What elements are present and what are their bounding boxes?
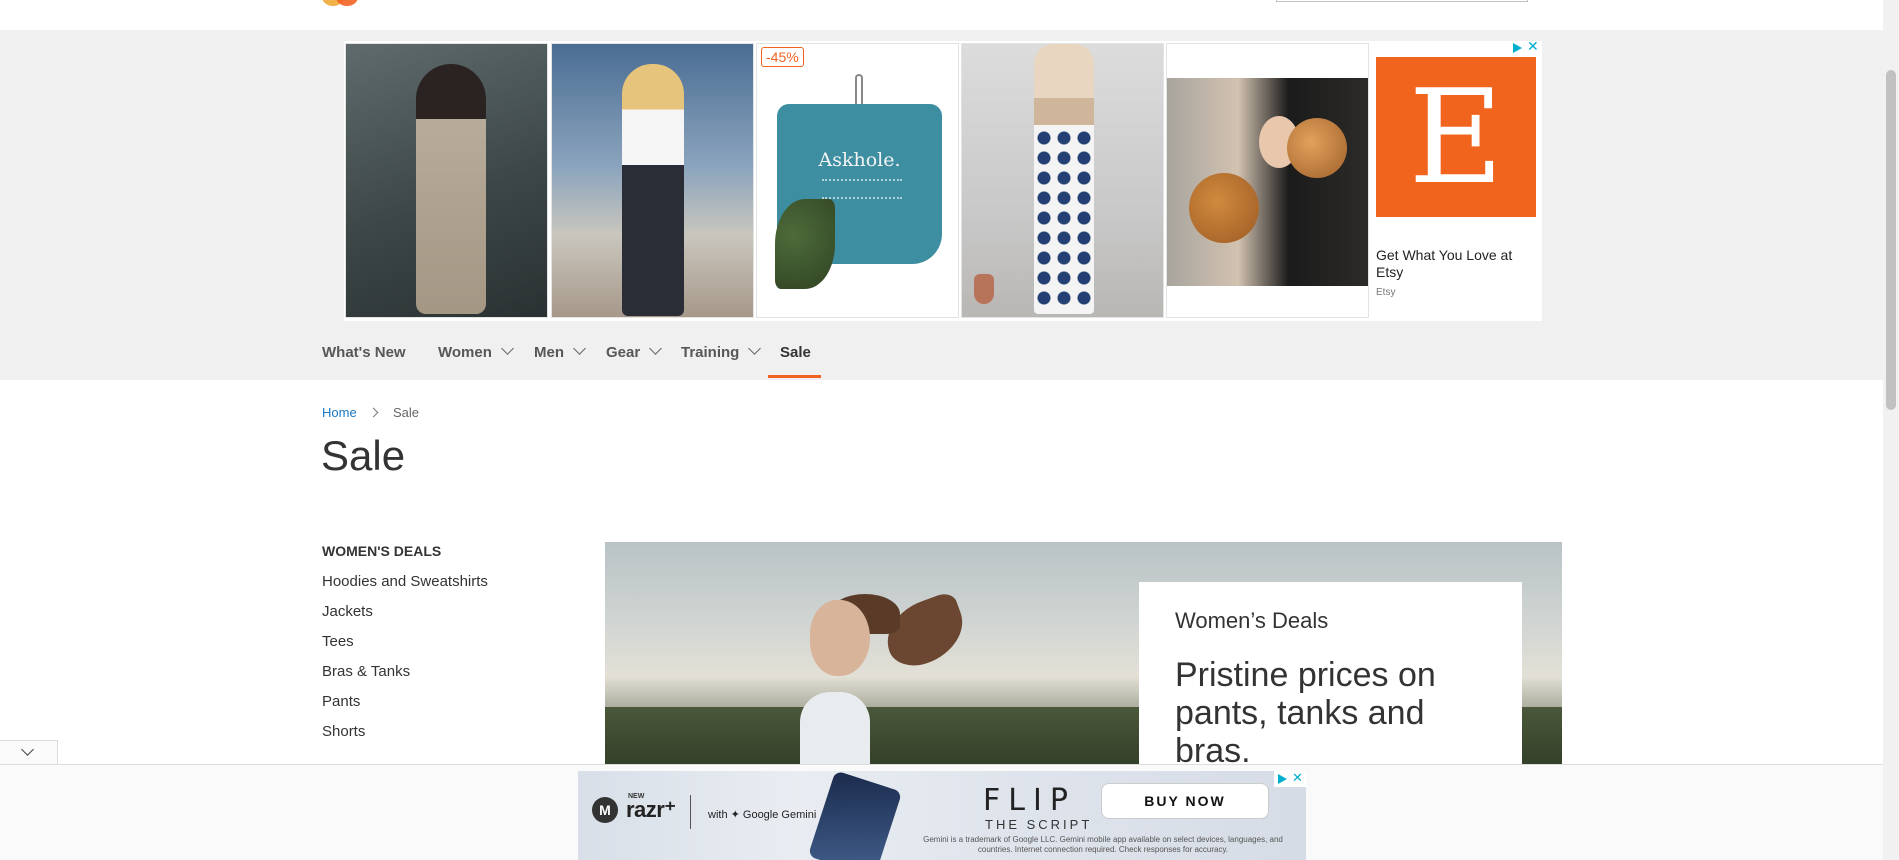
ad-tile-pants[interactable] bbox=[961, 43, 1164, 318]
nav-item-sale[interactable]: Sale bbox=[780, 338, 811, 380]
hero-model bbox=[810, 600, 870, 676]
nav-item-gear[interactable]: Gear bbox=[606, 338, 663, 380]
page-scrollbar[interactable] bbox=[1883, 0, 1899, 860]
nav-label: What's New bbox=[322, 344, 406, 361]
buy-now-button[interactable]: BUY NOW bbox=[1101, 783, 1269, 819]
model-figure bbox=[416, 64, 486, 314]
sidebar: WOMEN'S DEALS Hoodies and Sweatshirts Ja… bbox=[322, 540, 488, 751]
vase-decoration bbox=[974, 274, 994, 304]
ad-tile-tshirt[interactable]: Askhole. -45% bbox=[756, 43, 959, 318]
adchoices-icon[interactable]: ✕ bbox=[1509, 38, 1541, 55]
hero-info-card: Women’s Deals Pristine prices on pants, … bbox=[1139, 582, 1522, 766]
hero-model-body bbox=[800, 692, 870, 766]
etsy-headline[interactable]: Get What You Love at Etsy bbox=[1376, 247, 1541, 281]
promo-hero[interactable]: Women’s Deals Pristine prices on pants, … bbox=[605, 542, 1562, 766]
chevron-down-icon bbox=[573, 342, 586, 355]
ad-tile-cats[interactable] bbox=[1166, 43, 1369, 318]
breadcrumb-current: Sale bbox=[393, 405, 420, 420]
sidebar-link-hoodies[interactable]: Hoodies and Sweatshirts bbox=[322, 571, 488, 601]
hanger-icon bbox=[855, 74, 863, 104]
sidebar-link-tees[interactable]: Tees bbox=[322, 631, 488, 661]
phone-image bbox=[807, 771, 903, 860]
discount-badge: -45% bbox=[761, 47, 804, 67]
nav-item-women[interactable]: Women bbox=[438, 338, 514, 380]
etsy-brand: Etsy bbox=[1376, 287, 1396, 298]
sidebar-link-shorts[interactable]: Shorts bbox=[322, 721, 488, 751]
hero-kicker: Women’s Deals bbox=[1175, 608, 1329, 633]
close-icon[interactable]: ✕ bbox=[1292, 771, 1303, 786]
sidebar-link-jackets[interactable]: Jackets bbox=[322, 601, 488, 631]
sidebar-link-bras-tanks[interactable]: Bras & Tanks bbox=[322, 661, 488, 691]
breadcrumb: Home Sale bbox=[322, 405, 419, 420]
ad-gemini-label: with ✦ Google Gemini bbox=[708, 809, 817, 821]
nav-label: Sale bbox=[780, 344, 811, 361]
logo-circle-right bbox=[336, 0, 358, 6]
breadcrumb-home-link[interactable]: Home bbox=[322, 405, 357, 420]
nav-label: Gear bbox=[606, 344, 641, 361]
motorola-logo-icon: M bbox=[592, 797, 618, 823]
ad-flip-text: FLIP bbox=[983, 783, 1076, 818]
chevron-right-icon bbox=[368, 407, 379, 418]
divider bbox=[690, 795, 691, 829]
ad-brand: razr⁺ bbox=[626, 797, 676, 822]
ad-fine-print: Gemini is a trademark of Google LLC. Gem… bbox=[923, 835, 1283, 854]
sidebar-heading: WOMEN'S DEALS bbox=[322, 543, 442, 559]
ad-banner[interactable]: Askhole. -45% E Get What You Love at Ets… bbox=[344, 38, 1542, 321]
model-figure bbox=[622, 64, 684, 316]
cat-photo bbox=[1167, 78, 1368, 286]
nav-item-men[interactable]: Men bbox=[534, 338, 586, 380]
nav-item-whats-new[interactable]: What's New bbox=[322, 338, 406, 380]
luma-logo[interactable] bbox=[322, 0, 364, 6]
ad-script-text: THE SCRIPT bbox=[985, 817, 1093, 832]
header bbox=[0, 0, 1883, 30]
page-title: Sale bbox=[321, 432, 406, 479]
chevron-down-icon bbox=[21, 743, 34, 756]
nav-item-training[interactable]: Training bbox=[681, 338, 762, 380]
chevron-down-icon bbox=[748, 342, 762, 355]
cat-image bbox=[1189, 173, 1259, 243]
close-icon[interactable]: ✕ bbox=[1527, 38, 1539, 55]
hero-headline: Pristine prices on pants, tanks and bras… bbox=[1175, 656, 1436, 766]
shirt-print: Askhole. bbox=[818, 149, 901, 171]
etsy-logo[interactable]: E bbox=[1376, 57, 1536, 217]
pants-pattern bbox=[1034, 128, 1094, 308]
shirt-fine-print bbox=[822, 179, 902, 199]
collapse-ad-button[interactable] bbox=[0, 740, 58, 764]
motorola-ad[interactable]: M NEW razr⁺ with ✦ Google Gemini FLIP TH… bbox=[578, 771, 1306, 860]
play-icon bbox=[1278, 774, 1287, 784]
nav-label: Training bbox=[681, 344, 740, 361]
scrollbar-thumb[interactable] bbox=[1886, 70, 1896, 410]
ad-tile-dress[interactable] bbox=[345, 43, 548, 318]
sidebar-link-pants[interactable]: Pants bbox=[322, 691, 488, 721]
adchoices-icon[interactable]: ✕ bbox=[1274, 771, 1306, 787]
search-input[interactable] bbox=[1276, 0, 1528, 2]
ad-tile-studio[interactable] bbox=[551, 43, 754, 318]
nav-active-indicator bbox=[768, 375, 821, 378]
play-icon bbox=[1513, 43, 1522, 53]
nav-label: Men bbox=[534, 344, 564, 361]
nav-label: Women bbox=[438, 344, 492, 361]
cat-image bbox=[1287, 118, 1347, 178]
chevron-down-icon bbox=[501, 342, 514, 355]
leaf-decoration bbox=[775, 199, 835, 289]
chevron-down-icon bbox=[649, 342, 663, 355]
